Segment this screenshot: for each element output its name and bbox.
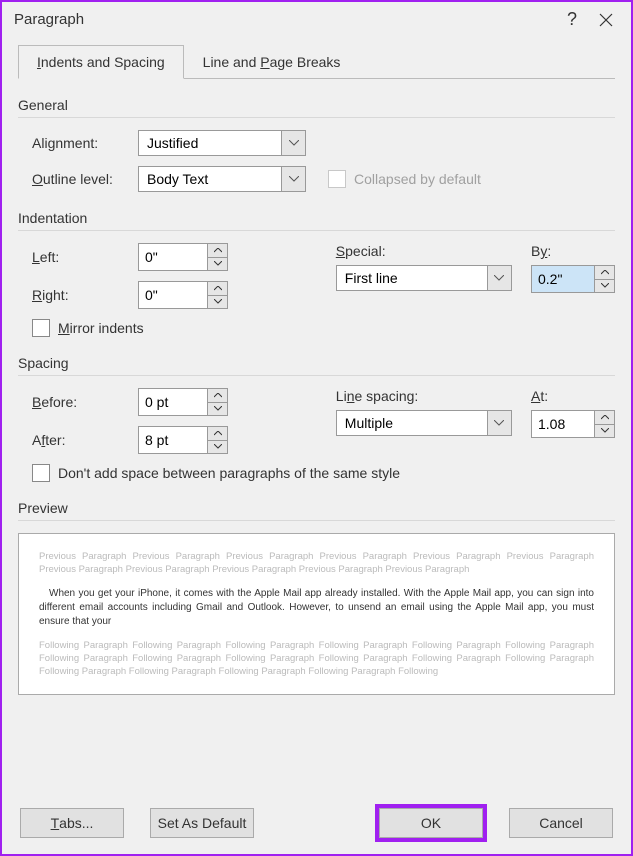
before-label: Before: [32,394,138,410]
cancel-button[interactable]: Cancel [509,808,613,838]
outline-level-label: Outline level: [32,171,138,187]
preview-box: Previous Paragraph Previous Paragraph Pr… [18,533,615,695]
line-spacing-value: Multiple [337,415,487,431]
by-input[interactable]: 0.2" [531,265,615,293]
right-indent-input[interactable]: 0" [138,281,228,309]
after-label: After: [32,432,138,448]
at-input[interactable]: 1.08 [531,410,615,438]
chevron-down-icon [289,176,299,182]
chevron-up-icon [601,270,609,275]
close-icon [599,13,613,27]
chevron-up-icon [601,415,609,420]
mirror-indents-checkbox[interactable] [32,319,50,337]
outline-dropdown-button[interactable] [281,167,305,191]
tab-indents-spacing[interactable]: IIndents and Spacingndents and Spacing [18,45,184,79]
left-indent-value: 0" [139,244,207,270]
outline-level-select[interactable]: Body Text [138,166,306,192]
close-button[interactable] [589,11,623,28]
line-spacing-label: Line spacing: [336,388,531,404]
chevron-down-icon [601,283,609,288]
at-label: At: [531,388,615,404]
spin-up-button[interactable] [208,427,227,440]
section-preview: Preview Previous Paragraph Previous Para… [18,500,615,695]
by-value: 0.2" [532,266,594,292]
chevron-up-icon [214,286,222,291]
special-select[interactable]: First line [336,265,512,291]
left-indent-input[interactable]: 0" [138,243,228,271]
spin-down-button[interactable] [208,257,227,271]
left-indent-label: Left: [32,249,138,265]
chevron-down-icon [289,140,299,146]
spin-up-button[interactable] [208,244,227,257]
before-value: 0 pt [139,389,207,415]
spin-up-button[interactable] [595,266,614,279]
ok-button[interactable]: OK [379,808,483,838]
spin-down-button[interactable] [208,402,227,416]
chevron-down-icon [214,444,222,449]
dialog-footer: Tabs... Set As Default OK Cancel [2,796,631,854]
chevron-down-icon [494,275,504,281]
alignment-select[interactable]: Justified [138,130,306,156]
line-spacing-select[interactable]: Multiple [336,410,512,436]
before-input[interactable]: 0 pt [138,388,228,416]
chevron-down-icon [601,428,609,433]
alignment-dropdown-button[interactable] [281,131,305,155]
chevron-down-icon [214,406,222,411]
preview-body-text: When you get your iPhone, it comes with … [39,587,594,629]
section-heading-indentation: Indentation [18,210,615,231]
line-spacing-dropdown-button[interactable] [487,411,511,435]
set-as-default-button[interactable]: Set As Default [150,808,254,838]
chevron-down-icon [494,420,504,426]
spin-down-button[interactable] [595,279,614,293]
after-input[interactable]: 8 pt [138,426,228,454]
mirror-indents-label: Mirror indents [58,320,144,336]
spin-up-button[interactable] [208,389,227,402]
dont-add-space-label: Don't add space between paragraphs of th… [58,465,400,481]
right-indent-label: Right: [32,287,138,303]
right-indent-value: 0" [139,282,207,308]
special-label: Special: [336,243,531,259]
chevron-up-icon [214,431,222,436]
collapsed-checkbox [328,170,346,188]
after-value: 8 pt [139,427,207,453]
section-general: General Alignment: Justified Outline lev… [18,97,615,192]
chevron-down-icon [214,261,222,266]
by-label: By: [531,243,615,259]
chevron-up-icon [214,248,222,253]
section-heading-spacing: Spacing [18,355,615,376]
section-indentation: Indentation Left: 0" Right: 0" [18,210,615,337]
spin-up-button[interactable] [208,282,227,295]
spin-up-button[interactable] [595,411,614,424]
section-heading-preview: Preview [18,500,615,521]
paragraph-dialog: Paragraph ? IIndents and Spacingndents a… [0,0,633,856]
help-button[interactable]: ? [555,9,589,30]
preview-following-text: Following Paragraph Following Paragraph … [39,639,594,679]
spin-down-button[interactable] [595,424,614,438]
alignment-label: Alignment: [32,135,138,151]
preview-previous-text: Previous Paragraph Previous Paragraph Pr… [39,550,594,577]
tab-line-page-breaks[interactable]: Line and Page Breaks [184,45,360,79]
titlebar: Paragraph ? [2,2,631,36]
spin-down-button[interactable] [208,440,227,454]
chevron-down-icon [214,299,222,304]
section-heading-general: General [18,97,615,118]
at-value: 1.08 [532,411,594,437]
chevron-up-icon [214,393,222,398]
spin-down-button[interactable] [208,295,227,309]
collapsed-label: Collapsed by default [354,171,481,187]
special-dropdown-button[interactable] [487,266,511,290]
tab-bar: IIndents and Spacingndents and Spacing L… [18,44,615,79]
tabs-button[interactable]: Tabs... [20,808,124,838]
dialog-title: Paragraph [14,11,555,28]
alignment-value: Justified [139,135,281,151]
section-spacing: Spacing Before: 0 pt After: 8 pt [18,355,615,482]
outline-level-value: Body Text [139,171,281,187]
special-value: First line [337,270,487,286]
dont-add-space-checkbox[interactable] [32,464,50,482]
